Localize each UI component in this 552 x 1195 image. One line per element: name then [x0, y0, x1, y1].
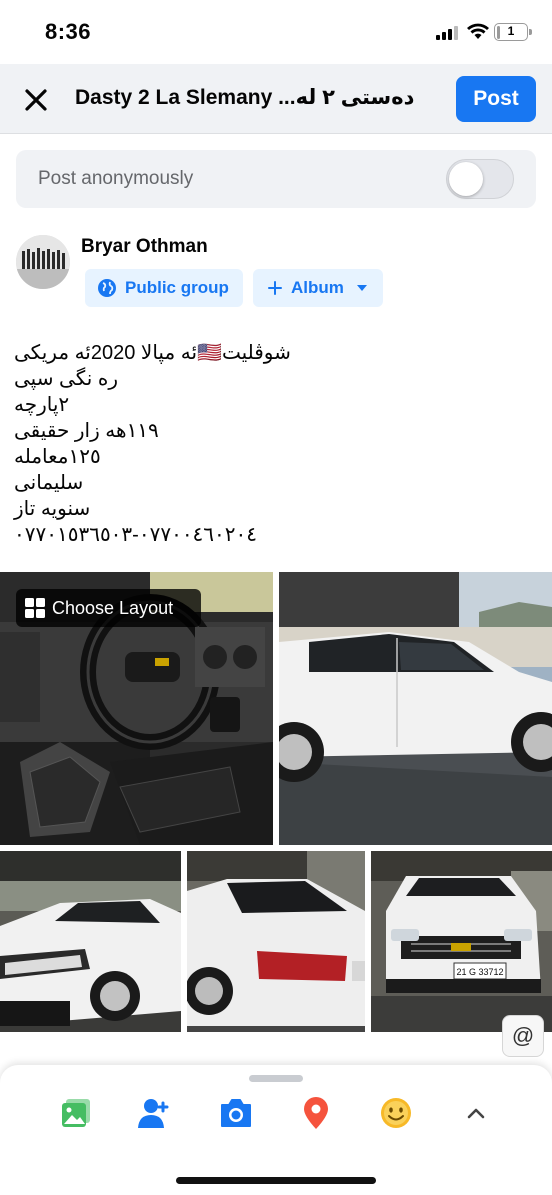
at-icon: @: [511, 1023, 535, 1048]
license-plate-text: 21 G 33712: [456, 967, 503, 977]
wifi-icon: [467, 23, 489, 39]
camera-icon: [221, 1099, 251, 1127]
photo-front-left[interactable]: [0, 851, 181, 1032]
car-front-image: 21 G 33712: [371, 851, 552, 1032]
photo-front[interactable]: 21 G 33712: [371, 851, 552, 1032]
group-title: Dasty 2 La Slemany ...دەستی ٢ لە: [75, 86, 415, 109]
post-text[interactable]: شوڤليت🇺🇸ئه مپالا 2020ئه مريكی ره نگی سپی…: [14, 340, 534, 548]
post-line: ١٢٥معامله: [14, 446, 101, 468]
signal-icon: [436, 26, 458, 40]
location-button[interactable]: [298, 1095, 334, 1131]
expand-button[interactable]: [458, 1095, 494, 1131]
album-button[interactable]: Album: [253, 269, 383, 307]
battery-level: 1: [507, 24, 515, 38]
toggle-knob: [449, 162, 483, 196]
grid-icon: [25, 598, 45, 618]
feeling-button[interactable]: [378, 1095, 414, 1131]
battery-icon: 1: [494, 23, 532, 41]
post-line: ٢پارچه: [14, 394, 70, 416]
post-line: ره نگی سپی: [14, 368, 118, 390]
home-indicator[interactable]: [176, 1177, 376, 1184]
anonymous-toggle[interactable]: [446, 159, 514, 199]
location-icon: [304, 1097, 328, 1129]
close-icon[interactable]: [22, 86, 50, 114]
anonymous-row: Post anonymously: [16, 150, 536, 208]
globe-icon: [98, 279, 116, 297]
photo-side[interactable]: [279, 572, 552, 845]
sheet-handle[interactable]: [249, 1075, 303, 1082]
chevron-up-icon: [467, 1108, 485, 1119]
post-line: ١١٩هه زار حقيقی: [14, 420, 159, 442]
tag-people-icon: [138, 1099, 169, 1128]
anonymous-label: Post anonymously: [38, 168, 194, 189]
post-button[interactable]: Post: [456, 76, 536, 122]
camera-button[interactable]: [218, 1095, 254, 1131]
photo-rear[interactable]: [187, 851, 365, 1032]
mention-button[interactable]: @: [502, 1015, 544, 1057]
plus-icon: [268, 281, 282, 295]
author-name: Bryar Othman: [81, 236, 208, 257]
post-line: سنويه تاز: [14, 498, 91, 520]
caret-down-icon: [356, 285, 367, 291]
post-line: شوڤليت🇺🇸ئه مپالا 2020ئه مريكی: [14, 342, 291, 364]
car-side-image: [279, 572, 552, 845]
tag-people-button[interactable]: [137, 1095, 173, 1131]
choose-layout-label: Choose Layout: [52, 597, 174, 618]
car-front-left-image: [0, 851, 181, 1032]
album-label: Album: [291, 278, 344, 297]
car-rear-image: [187, 851, 365, 1032]
status-time: 8:36: [45, 19, 92, 44]
composer-toolbar: [0, 1065, 552, 1195]
composer-header: Dasty 2 La Slemany ...دەستی ٢ لە Post: [0, 64, 552, 134]
audience-label: Public group: [125, 278, 229, 297]
photo-button[interactable]: [58, 1095, 94, 1131]
avatar: [16, 235, 70, 289]
photo-icon: [62, 1099, 90, 1127]
feeling-icon: [381, 1098, 411, 1128]
avatar-image: [16, 235, 70, 289]
choose-layout-button[interactable]: Choose Layout: [16, 589, 201, 627]
post-line: سليمانی: [14, 472, 84, 494]
status-bar: 8:36 1: [0, 0, 552, 64]
post-line: ٠٧٧٠٠٤٦٠٢٠٤-٠٧٧٠١٥٣٦٥٠٣: [14, 524, 258, 546]
audience-button[interactable]: Public group: [85, 269, 243, 307]
